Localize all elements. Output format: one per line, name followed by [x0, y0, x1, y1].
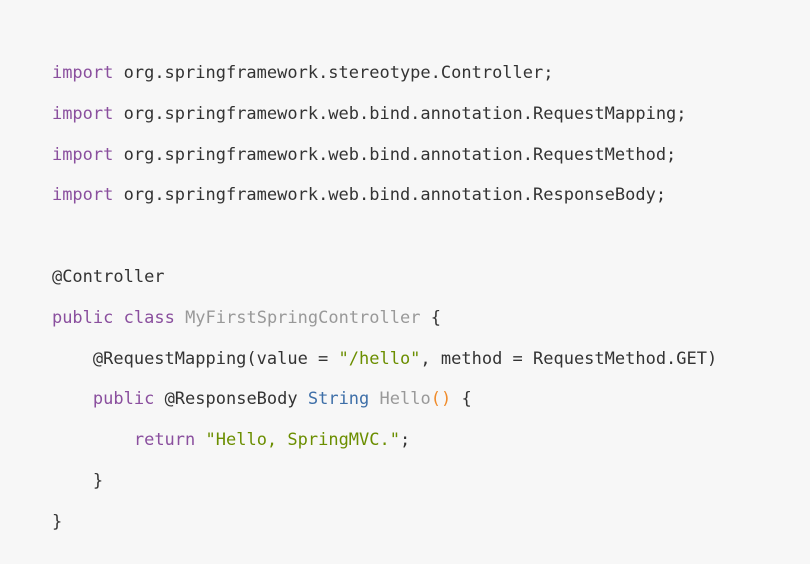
return-string: "Hello, SpringMVC." [205, 430, 400, 451]
method-close-brace: } [51, 470, 104, 491]
semicolon: ; [399, 430, 411, 451]
import-keyword: import [51, 144, 114, 165]
method-parens: () [430, 389, 452, 410]
code-block: import org.springframework.stereotype.Co… [0, 0, 810, 532]
code-line-12: } [11, 480, 810, 532]
import-keyword: import [51, 185, 114, 206]
method-name: Hello [379, 389, 431, 410]
import-keyword: import [51, 63, 114, 83]
string-type: String [307, 389, 370, 410]
response-body-annotation: @ResponseBody [154, 389, 308, 410]
method-arg: , method = RequestMethod.GET) [420, 348, 718, 369]
open-brace: { [451, 389, 472, 410]
request-mapping-annotation: @RequestMapping(value = [51, 348, 339, 369]
public-keyword: public [92, 389, 155, 410]
import-keyword: import [51, 103, 114, 124]
path-string: "/hello" [338, 348, 421, 369]
class-keyword: class [123, 307, 175, 328]
open-brace: { [420, 307, 441, 328]
import-path: org.springframework.web.bind.annotation.… [113, 103, 687, 124]
import-path: org.springframework.stereotype.Controlle… [113, 63, 554, 83]
code-line-6: @Controller [11, 235, 810, 287]
return-keyword: return [133, 430, 196, 451]
class-close-brace: } [51, 511, 63, 532]
controller-annotation: @Controller [51, 266, 165, 287]
import-path: org.springframework.web.bind.annotation.… [113, 185, 667, 206]
class-name: MyFirstSpringController [185, 307, 421, 328]
import-path: org.springframework.web.bind.annotation.… [113, 144, 677, 165]
code-line-1: import org.springframework.stereotype.Co… [11, 31, 810, 83]
public-keyword: public [51, 307, 114, 328]
